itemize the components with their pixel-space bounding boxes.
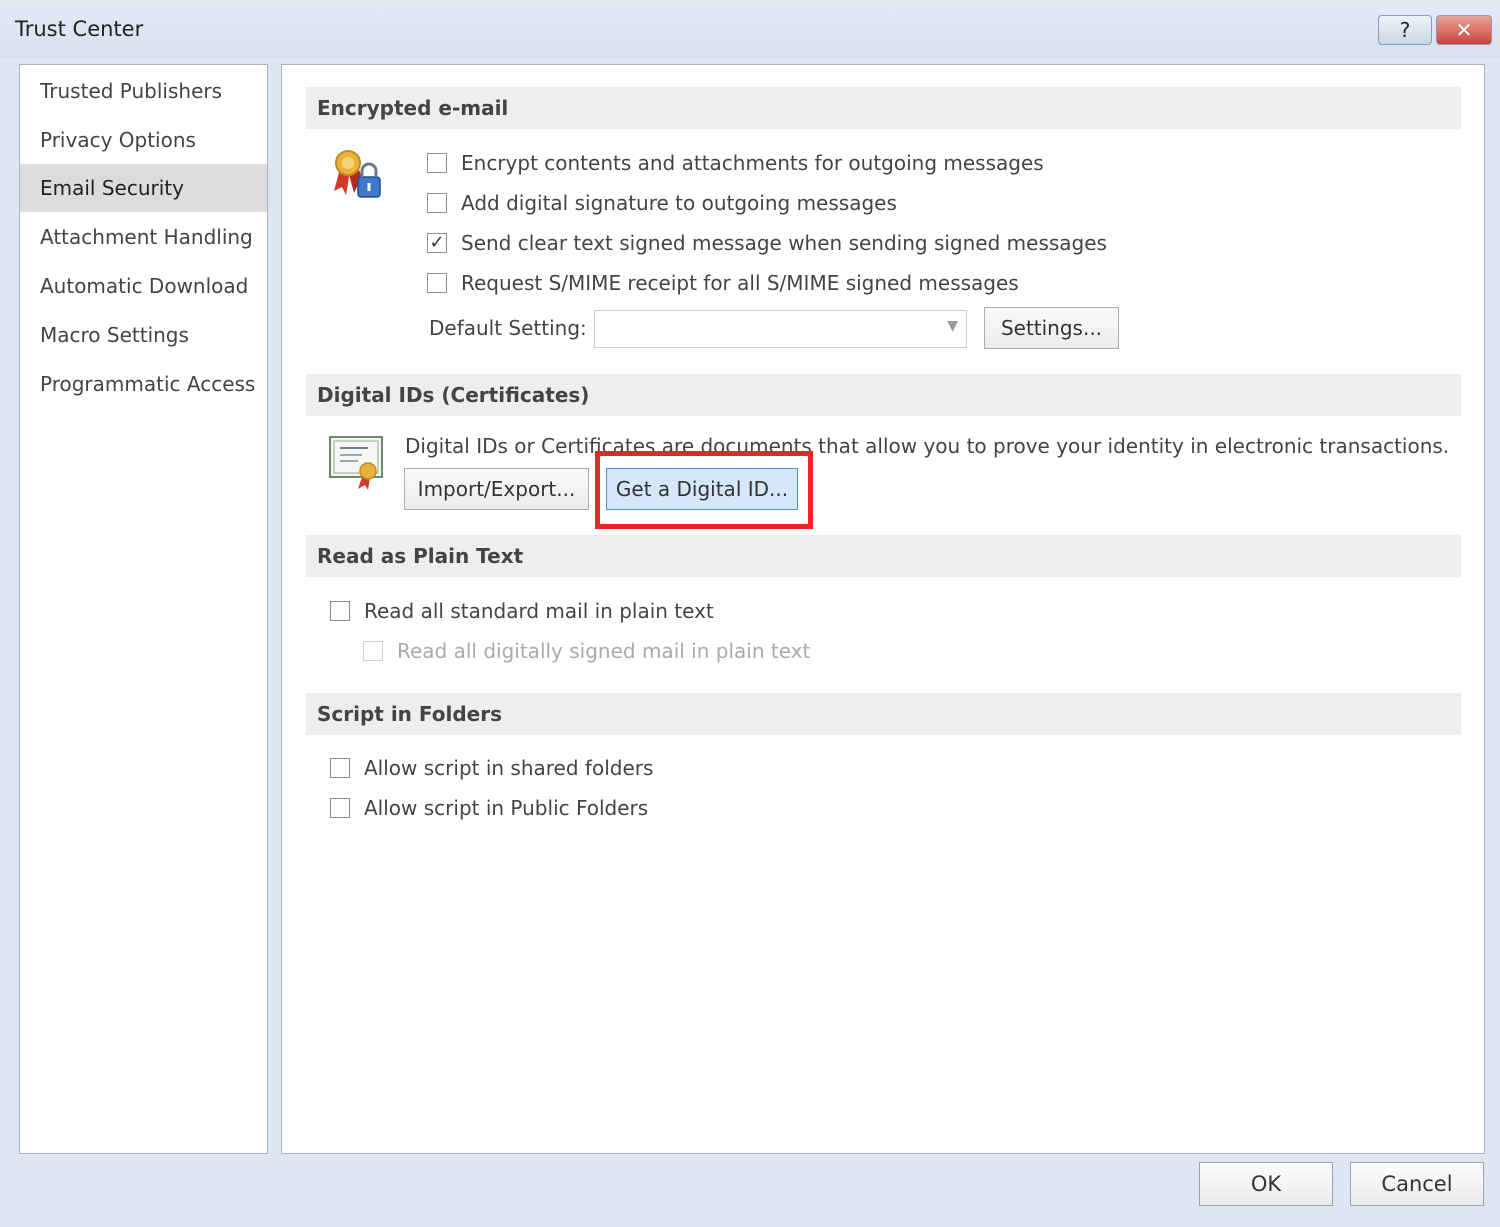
plain-text-standard-checkbox[interactable] — [330, 601, 350, 621]
help-button[interactable]: ? — [1378, 15, 1432, 45]
window-title: Trust Center — [15, 17, 144, 41]
plain-text-signed-checkbox — [363, 641, 383, 661]
import-export-button[interactable]: Import/Export... — [404, 468, 589, 510]
sidebar-nav: Trusted Publishers Privacy Options Email… — [19, 64, 268, 1154]
default-setting-select[interactable]: ▼ — [594, 310, 967, 348]
title-bar: Trust Center ? ✕ — [0, 0, 1500, 58]
section-header-script-folders: Script in Folders — [306, 693, 1461, 735]
highlight-box — [595, 451, 813, 529]
default-setting-label: Default Setting: — [429, 316, 587, 340]
script-public-folders-checkbox[interactable] — [330, 798, 350, 818]
certificate-icon — [329, 436, 383, 490]
digital-ids-description: Digital IDs or Certificates are document… — [405, 434, 1450, 458]
close-button[interactable]: ✕ — [1436, 15, 1492, 45]
ribbon-lock-icon — [334, 150, 381, 198]
ok-button[interactable]: OK — [1199, 1162, 1333, 1206]
plain-text-signed-label: Read all digitally signed mail in plain … — [397, 639, 811, 663]
add-signature-checkbox[interactable] — [427, 193, 447, 213]
plain-text-standard-label: Read all standard mail in plain text — [364, 599, 714, 623]
settings-panel: Encrypted e-mail Encrypt contents and at… — [281, 64, 1485, 1154]
smime-receipt-label: Request S/MIME receipt for all S/MIME si… — [461, 271, 1019, 295]
clear-text-signed-checkbox[interactable]: ✓ — [427, 233, 447, 253]
section-header-plain-text: Read as Plain Text — [306, 535, 1461, 577]
sidebar-item-trusted-publishers[interactable]: Trusted Publishers — [20, 67, 267, 115]
sidebar-item-automatic-download[interactable]: Automatic Download — [20, 262, 267, 310]
settings-button[interactable]: Settings... — [984, 307, 1119, 349]
add-signature-label: Add digital signature to outgoing messag… — [461, 191, 897, 215]
script-public-folders-label: Allow script in Public Folders — [364, 796, 649, 820]
script-shared-folders-checkbox[interactable] — [330, 758, 350, 778]
cancel-button[interactable]: Cancel — [1350, 1162, 1484, 1206]
section-header-encrypted-email: Encrypted e-mail — [306, 87, 1461, 129]
sidebar-item-email-security[interactable]: Email Security — [20, 164, 267, 212]
sidebar-item-privacy-options[interactable]: Privacy Options — [20, 116, 267, 164]
encrypt-contents-checkbox[interactable] — [427, 153, 447, 173]
clear-text-signed-label: Send clear text signed message when send… — [461, 231, 1107, 255]
sidebar-item-programmatic-access[interactable]: Programmatic Access — [20, 360, 267, 408]
section-header-digital-ids: Digital IDs (Certificates) — [306, 374, 1461, 416]
script-shared-folders-label: Allow script in shared folders — [364, 756, 654, 780]
sidebar-item-attachment-handling[interactable]: Attachment Handling — [20, 213, 267, 261]
encrypt-contents-label: Encrypt contents and attachments for out… — [461, 151, 1044, 175]
chevron-down-icon: ▼ — [947, 318, 958, 334]
sidebar-item-macro-settings[interactable]: Macro Settings — [20, 311, 267, 359]
smime-receipt-checkbox[interactable] — [427, 273, 447, 293]
